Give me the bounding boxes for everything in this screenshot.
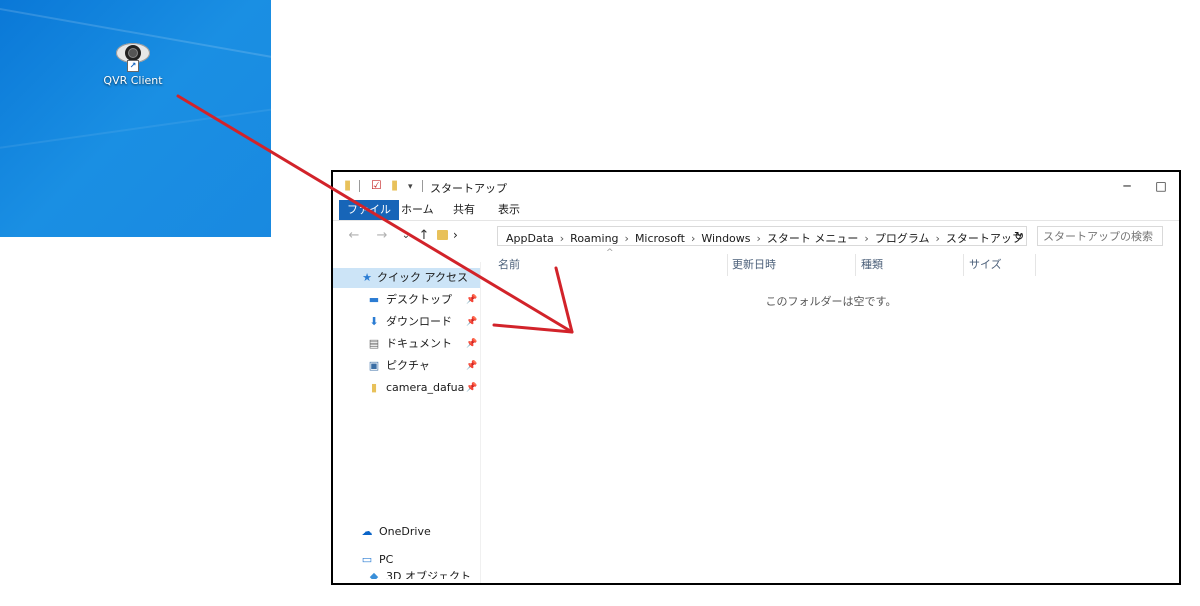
column-header-type[interactable]: 種類: [861, 252, 883, 278]
breadcrumb-chevron-icon[interactable]: ›: [691, 232, 695, 245]
download-icon: ⬇: [369, 315, 379, 328]
file-list: ^ 名前 更新日時 種類 サイズ このフォルダーは空です。: [483, 248, 1179, 583]
breadcrumb-chevron-icon[interactable]: ›: [625, 232, 629, 245]
sidebar-item-label: OneDrive: [379, 525, 431, 538]
empty-folder-message: このフォルダーは空です。: [765, 295, 897, 308]
desktop-icon-label: QVR Client: [103, 74, 163, 87]
pin-icon[interactable]: 📌: [466, 290, 477, 310]
tab-share[interactable]: 共有: [445, 200, 483, 220]
up-button[interactable]: ↑: [415, 227, 433, 245]
address-row: ← → ⌄ ↑ › AppData › Roaming › Microsoft › Wind…: [333, 224, 1179, 248]
sidebar-item-label: ドキュメント: [386, 337, 452, 350]
tab-home[interactable]: ホーム: [393, 200, 442, 220]
cloud-icon: ☁: [361, 525, 373, 538]
breadcrumb-chevron-icon[interactable]: ›: [757, 232, 761, 245]
breadcrumb-chevron-icon[interactable]: ›: [864, 232, 868, 245]
address-expand-chevron[interactable]: ›: [453, 228, 458, 242]
column-divider[interactable]: [963, 254, 964, 276]
pin-icon[interactable]: 📌: [466, 334, 477, 354]
desktop-background: ↗ QVR Client: [0, 0, 271, 237]
recent-locations-button[interactable]: ⌄: [397, 227, 415, 245]
folder-icon: ▮: [370, 381, 378, 394]
column-header-size[interactable]: サイズ: [969, 252, 1002, 278]
title-separator: [359, 180, 360, 192]
desktop-light-streak: [0, 90, 271, 152]
new-folder-icon[interactable]: ▮: [391, 179, 398, 192]
ribbon-tabs: ファイル ホーム 共有 表示: [333, 200, 1179, 221]
folder-icon: ▮: [344, 178, 352, 193]
breadcrumb-item[interactable]: AppData: [506, 232, 554, 245]
column-header-name[interactable]: 名前: [498, 252, 520, 278]
desktop-icon: ▬: [368, 293, 380, 306]
navigation-pane: ★ クイック アクセス ▬ デスクトップ 📌 ⬇ ダウンロード 📌 ▤ ドキュメ…: [333, 262, 481, 583]
desktop-shortcut-qvr-client[interactable]: ↗ QVR Client: [103, 40, 163, 87]
sidebar-item-pictures[interactable]: ▣ ピクチャ 📌: [333, 356, 480, 376]
breadcrumb-item[interactable]: プログラム: [875, 232, 930, 245]
sidebar-item-camera-dafua[interactable]: ▮ camera_dafua 📌: [333, 378, 480, 398]
breadcrumb: AppData › Roaming › Microsoft › Windows › スタート メ…: [506, 230, 1023, 246]
title-separator: [422, 180, 423, 192]
sidebar-item-label: クイック アクセス: [377, 271, 468, 284]
pin-icon[interactable]: 📌: [466, 378, 477, 398]
shortcut-arrow-icon: ↗: [127, 60, 139, 72]
back-button[interactable]: ←: [345, 227, 363, 245]
pin-icon[interactable]: 📌: [466, 312, 477, 332]
forward-button[interactable]: →: [373, 227, 391, 245]
search-input[interactable]: [1037, 226, 1163, 246]
sidebar-item-label: デスクトップ: [386, 293, 452, 306]
explorer-window: ▮ ☑ ▮ ▾ スタートアップ ─ □ ファイル ホーム 共有 表示 ← → ⌄…: [331, 170, 1181, 585]
minimize-button[interactable]: ─: [1117, 176, 1137, 196]
tab-view[interactable]: 表示: [490, 200, 528, 220]
address-folder-icon: [437, 230, 448, 240]
pin-icon[interactable]: 📌: [466, 356, 477, 376]
document-icon: ▤: [368, 337, 380, 350]
qvr-eye-icon: ↗: [116, 40, 150, 72]
properties-check-icon[interactable]: ☑: [371, 179, 382, 192]
breadcrumb-item[interactable]: スタート メニュー: [767, 232, 859, 245]
column-divider[interactable]: [1035, 254, 1036, 276]
address-bar[interactable]: AppData › Roaming › Microsoft › Windows › スタート メ…: [497, 226, 1027, 246]
refresh-button[interactable]: ↻: [1011, 228, 1027, 244]
cube-icon: ◆: [369, 570, 379, 579]
breadcrumb-item[interactable]: Roaming: [570, 232, 618, 245]
sidebar-item-label: camera_dafua: [386, 381, 465, 394]
breadcrumb-item[interactable]: Windows: [701, 232, 750, 245]
computer-icon: ▭: [361, 553, 373, 566]
title-bar: ▮ ☑ ▮ ▾ スタートアップ ─ □: [333, 172, 1179, 200]
star-icon: ★: [362, 271, 372, 284]
sidebar-item-downloads[interactable]: ⬇ ダウンロード 📌: [333, 312, 480, 332]
sidebar-item-3d-objects[interactable]: ◆ 3D オブジェクト: [333, 567, 480, 579]
sidebar-item-documents[interactable]: ▤ ドキュメント 📌: [333, 334, 480, 354]
column-header-date[interactable]: 更新日時: [732, 252, 776, 278]
breadcrumb-chevron-icon[interactable]: ›: [560, 232, 564, 245]
sidebar-item-quick-access[interactable]: ★ クイック アクセス: [333, 268, 480, 288]
maximize-button[interactable]: □: [1151, 176, 1171, 196]
sidebar-item-label: ピクチャ: [386, 359, 430, 372]
column-divider[interactable]: [855, 254, 856, 276]
sidebar-item-onedrive[interactable]: ☁ OneDrive: [333, 522, 480, 542]
sidebar-item-desktop[interactable]: ▬ デスクトップ 📌: [333, 290, 480, 310]
sidebar-item-label: ダウンロード: [386, 315, 452, 328]
pictures-icon: ▣: [368, 359, 380, 372]
tab-file[interactable]: ファイル: [339, 200, 399, 220]
breadcrumb-chevron-icon[interactable]: ›: [936, 232, 940, 245]
column-divider[interactable]: [727, 254, 728, 276]
breadcrumb-item[interactable]: Microsoft: [635, 232, 685, 245]
window-title: スタートアップ: [430, 182, 507, 195]
sort-ascending-icon: ^: [606, 248, 614, 258]
customize-toolbar-icon[interactable]: ▾: [408, 181, 413, 194]
sidebar-item-label: 3D オブジェクト: [386, 570, 471, 579]
